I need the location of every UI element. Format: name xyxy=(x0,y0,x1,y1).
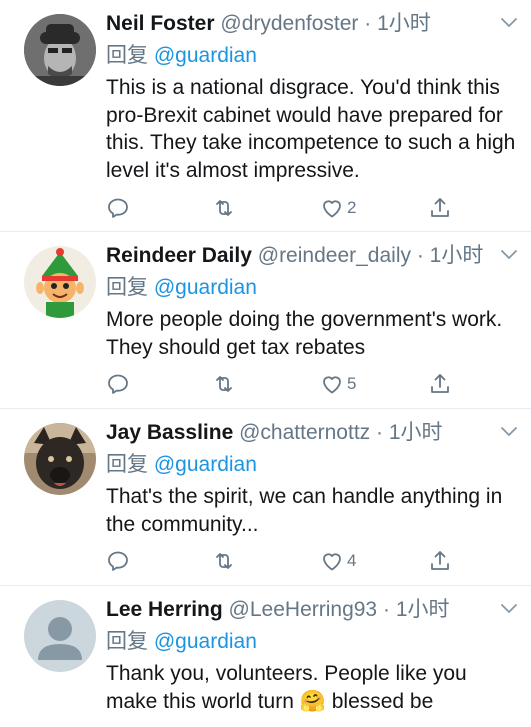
user-handle[interactable]: @reindeer_daily xyxy=(258,244,411,267)
share-button[interactable] xyxy=(428,370,452,398)
tweet-content: Lee Herring @LeeHerring93 · 1小时 回复 @guar… xyxy=(106,596,517,715)
like-button[interactable]: 5 xyxy=(320,370,356,398)
timestamp[interactable]: 1小时 xyxy=(377,12,431,35)
tweet[interactable]: Neil Foster @drydenfoster · 1小时 回复 @guar… xyxy=(0,0,531,232)
tweet-content: Reindeer Daily @reindeer_daily · 1小时 回复 … xyxy=(106,242,517,361)
share-icon xyxy=(431,551,449,570)
reply-to-link[interactable]: @guardian xyxy=(154,276,257,299)
like-button[interactable]: 4 xyxy=(320,547,356,575)
action-bar: 4 xyxy=(106,547,466,575)
like-count: 5 xyxy=(347,374,357,393)
timestamp[interactable]: 1小时 xyxy=(396,598,450,621)
reply-to-link[interactable]: @guardian xyxy=(154,630,257,653)
display-name[interactable]: Neil Foster xyxy=(106,12,215,35)
reply-prefix: 回复 xyxy=(106,276,148,299)
tweet-text: Thank you, volunteers. People like you m… xyxy=(106,662,467,713)
separator-dot: · xyxy=(376,421,383,444)
action-bar: 2 xyxy=(106,194,466,222)
retweet-button[interactable] xyxy=(212,370,236,398)
reply-prefix: 回复 xyxy=(106,630,148,653)
reply-prefix: 回复 xyxy=(106,44,148,67)
chevron-down-icon[interactable] xyxy=(501,250,517,260)
retweet-icon xyxy=(216,200,232,216)
tweet-header: Lee Herring @LeeHerring93 · 1小时 xyxy=(106,596,517,624)
share-button[interactable] xyxy=(428,547,452,575)
separator-dot: · xyxy=(416,244,424,267)
tweet-header: Jay Bassline @chatternottz · 1小时 xyxy=(106,419,517,447)
timestamp[interactable]: 1小时 xyxy=(430,244,484,267)
tweet[interactable]: Reindeer Daily @reindeer_daily · 1小时 回复 … xyxy=(0,232,531,409)
tweet-content: Jay Bassline @chatternottz · 1小时 回复 @gua… xyxy=(106,419,517,538)
reply-button[interactable] xyxy=(106,194,130,222)
like-icon xyxy=(323,376,341,394)
like-icon xyxy=(323,200,341,218)
separator-dot: · xyxy=(382,598,390,621)
display-name[interactable]: Reindeer Daily xyxy=(106,244,252,267)
share-button[interactable] xyxy=(428,194,452,222)
reply-button[interactable] xyxy=(106,547,130,575)
avatar[interactable] xyxy=(24,14,96,86)
reply-feed: Neil Foster @drydenfoster · 1小时 回复 @guar… xyxy=(0,0,531,727)
like-icon xyxy=(323,553,341,571)
like-button[interactable]: 2 xyxy=(320,194,356,222)
reply-to-link[interactable]: @guardian xyxy=(154,453,257,476)
like-count: 4 xyxy=(347,551,357,570)
replying-to: 回复 @guardian xyxy=(106,451,517,479)
chevron-down-icon[interactable] xyxy=(501,427,517,437)
retweet-button[interactable] xyxy=(212,547,236,575)
user-handle[interactable]: @drydenfoster xyxy=(220,12,358,35)
avatar[interactable] xyxy=(24,423,96,495)
display-name[interactable]: Lee Herring xyxy=(106,598,223,621)
action-bar: 5 xyxy=(106,370,466,398)
tweet-content: Neil Foster @drydenfoster · 1小时 回复 @guar… xyxy=(106,10,517,184)
user-handle[interactable]: @chatternottz xyxy=(239,421,370,444)
like-count: 2 xyxy=(347,198,357,217)
share-icon xyxy=(431,374,449,393)
chevron-down-icon[interactable] xyxy=(501,604,517,614)
replying-to: 回复 @guardian xyxy=(106,628,517,656)
retweet-icon xyxy=(216,553,232,569)
replying-to: 回复 @guardian xyxy=(106,274,517,302)
avatar[interactable] xyxy=(24,600,96,672)
avatar[interactable] xyxy=(24,246,96,318)
reply-icon xyxy=(108,374,128,394)
tweet-text: More people doing the government's work.… xyxy=(106,308,503,359)
retweet-icon xyxy=(216,376,232,392)
display-name[interactable]: Jay Bassline xyxy=(106,421,233,444)
tweet[interactable]: Jay Bassline @chatternottz · 1小时 回复 @gua… xyxy=(0,409,531,586)
timestamp[interactable]: 1小时 xyxy=(389,421,443,444)
replying-to: 回复 @guardian xyxy=(106,42,517,70)
chevron-down-icon[interactable] xyxy=(501,18,517,28)
retweet-button[interactable] xyxy=(212,194,236,222)
reply-prefix: 回复 xyxy=(106,453,148,476)
reply-button[interactable] xyxy=(106,370,130,398)
tweet-header: Neil Foster @drydenfoster · 1小时 xyxy=(106,10,517,38)
reply-icon xyxy=(108,551,128,571)
reply-to-link[interactable]: @guardian xyxy=(154,44,257,67)
reply-icon xyxy=(108,198,128,218)
user-handle[interactable]: @LeeHerring93 xyxy=(229,598,378,621)
tweet-text: That's the spirit, we can handle anythin… xyxy=(106,485,503,536)
tweet[interactable]: Lee Herring @LeeHerring93 · 1小时 回复 @guar… xyxy=(0,586,531,727)
tweet-header: Reindeer Daily @reindeer_daily · 1小时 xyxy=(106,242,517,270)
tweet-text: This is a national disgrace. You'd think… xyxy=(106,76,516,182)
separator-dot: · xyxy=(364,12,372,35)
share-icon xyxy=(431,198,449,217)
